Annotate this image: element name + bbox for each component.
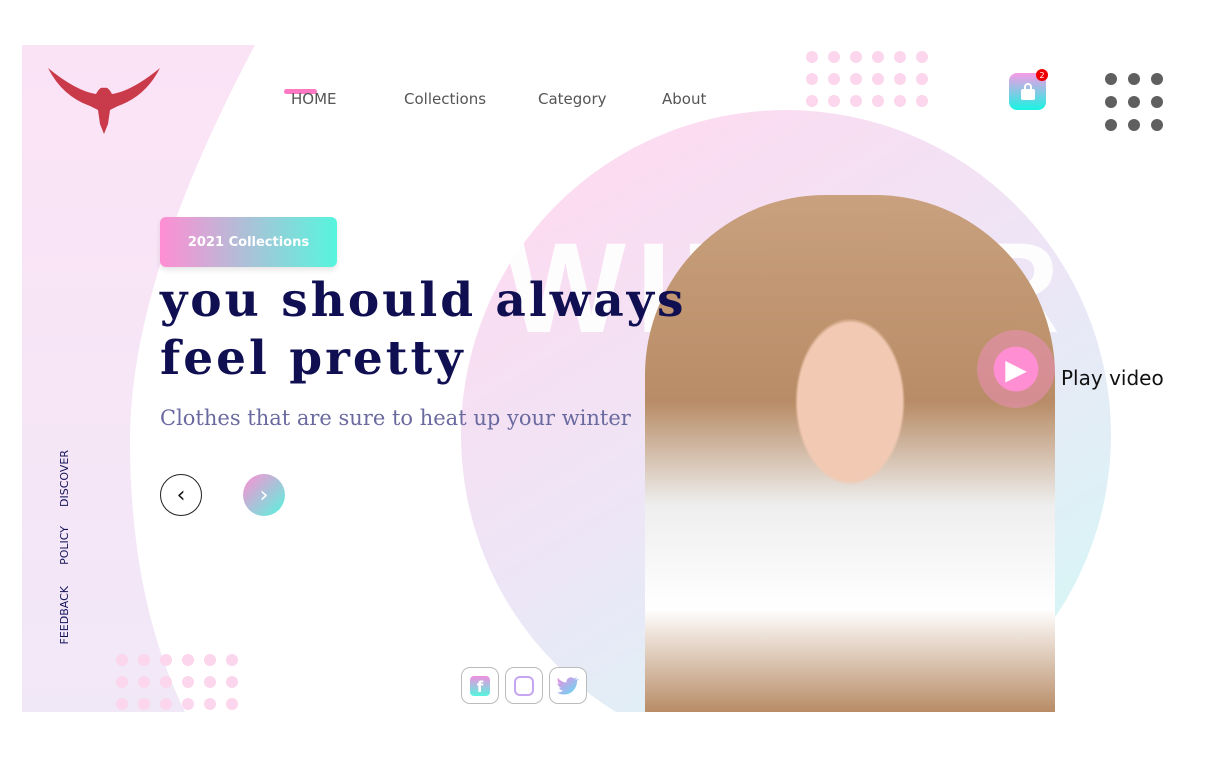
headline: you should always feel pretty <box>160 272 686 388</box>
dots-decoration <box>806 51 928 107</box>
twitter-button[interactable] <box>549 667 587 704</box>
instagram-button[interactable] <box>505 667 543 704</box>
prev-button[interactable]: ‹ <box>160 474 202 516</box>
play-video-label[interactable]: Play video <box>1061 366 1164 390</box>
headline-line: feel pretty <box>160 331 466 386</box>
side-link-policy[interactable]: POLICY <box>58 526 71 565</box>
dots-decoration <box>116 654 238 710</box>
nav-about[interactable]: About <box>662 90 706 108</box>
instagram-icon <box>514 675 534 696</box>
side-link-discover[interactable]: DISCOVER <box>58 450 71 507</box>
side-link-feedback[interactable]: FEEDBACK <box>58 586 71 644</box>
chevron-left-icon: ‹ <box>176 482 186 508</box>
shopping-bag-icon <box>1020 82 1035 100</box>
next-button[interactable]: › <box>243 474 285 516</box>
collections-badge[interactable]: 2021 Collections <box>160 217 337 267</box>
grid-dots-icon[interactable] <box>1105 73 1163 131</box>
play-icon: ▶ <box>1005 352 1027 386</box>
cart-count-badge: 2 <box>1036 69 1048 81</box>
nav-collections[interactable]: Collections <box>404 90 486 108</box>
facebook-button[interactable]: f <box>461 667 499 704</box>
twitter-icon <box>557 676 579 695</box>
headline-line: you should always <box>160 273 687 328</box>
play-video-button[interactable]: ▶ <box>977 330 1055 408</box>
nav-category[interactable]: Category <box>538 90 607 108</box>
hero-model-image <box>645 195 1055 712</box>
eagle-logo[interactable] <box>46 66 162 134</box>
subtitle: Clothes that are sure to heat up your wi… <box>160 406 631 430</box>
nav-home[interactable]: HOME <box>291 90 337 108</box>
facebook-icon: f <box>470 675 490 696</box>
chevron-right-icon: › <box>259 482 269 508</box>
